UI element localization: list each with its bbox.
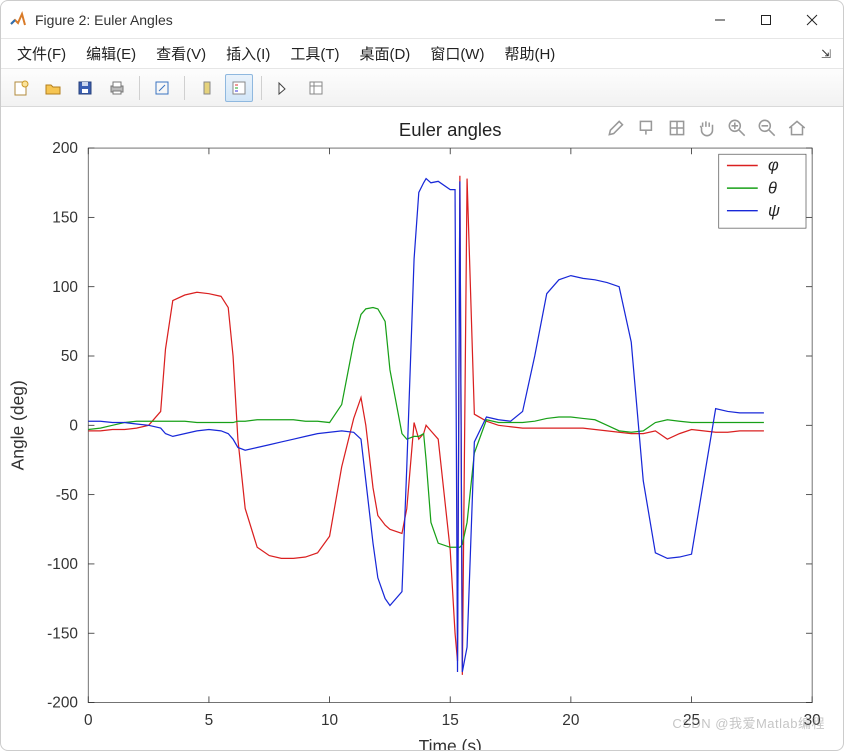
menu-help[interactable]: 帮助(H) [494,41,565,66]
svg-text:-150: -150 [47,625,78,642]
svg-text:150: 150 [52,210,78,227]
svg-text:100: 100 [52,279,78,296]
menu-tools[interactable]: 工具(T) [280,41,349,66]
svg-text:-200: -200 [47,695,78,712]
property-inspector-button[interactable] [302,74,330,102]
save-button[interactable] [71,74,99,102]
menu-bar: 文件(F) 编辑(E) 查看(V) 插入(I) 工具(T) 桌面(D) 窗口(W… [1,39,843,69]
axes[interactable]: 051015202530-200-150-100-50050100150200E… [1,107,843,750]
svg-text:5: 5 [205,712,214,729]
minimize-button[interactable] [697,1,743,38]
close-button[interactable] [789,1,835,38]
edit-plot-button[interactable] [270,74,298,102]
svg-text:-100: -100 [47,556,78,573]
watermark-text: CSDN @我爱Matlab编程 [672,713,825,732]
toolbar-separator [261,76,262,100]
menu-overflow-icon[interactable]: ⇲ [821,47,837,61]
svg-text:-50: -50 [56,487,78,504]
svg-text:ψ: ψ [768,202,780,220]
menu-insert[interactable]: 插入(I) [216,41,280,66]
svg-text:Angle (deg): Angle (deg) [8,380,28,470]
maximize-button[interactable] [743,1,789,38]
svg-text:10: 10 [321,712,338,729]
matlab-icon [9,11,27,29]
menu-file[interactable]: 文件(F) [7,41,76,66]
figure-window: Figure 2: Euler Angles 文件(F) 编辑(E) 查看(V)… [0,0,844,751]
svg-text:Time (s): Time (s) [419,736,482,750]
print-button[interactable] [103,74,131,102]
menu-desktop[interactable]: 桌面(D) [349,41,420,66]
toolbar-separator [139,76,140,100]
link-button[interactable] [148,74,176,102]
svg-text:200: 200 [52,140,78,157]
colorbar-button[interactable] [193,74,221,102]
menu-edit[interactable]: 编辑(E) [76,41,146,66]
figure-area: 051015202530-200-150-100-50050100150200E… [1,107,843,750]
toolbar-separator [184,76,185,100]
svg-text:20: 20 [562,712,579,729]
svg-text:0: 0 [69,417,78,434]
title-bar: Figure 2: Euler Angles [1,1,843,39]
window-title: Figure 2: Euler Angles [35,12,173,28]
svg-text:15: 15 [442,712,459,729]
menu-window[interactable]: 窗口(W) [420,41,494,66]
menu-view[interactable]: 查看(V) [146,41,216,66]
svg-text:50: 50 [61,348,78,365]
new-figure-button[interactable] [7,74,35,102]
svg-text:φ: φ [768,157,779,175]
toolbar [1,69,843,107]
svg-text:θ: θ [768,179,777,197]
open-button[interactable] [39,74,67,102]
svg-text:0: 0 [84,712,93,729]
svg-text:Euler angles: Euler angles [399,119,502,140]
legend-button[interactable] [225,74,253,102]
